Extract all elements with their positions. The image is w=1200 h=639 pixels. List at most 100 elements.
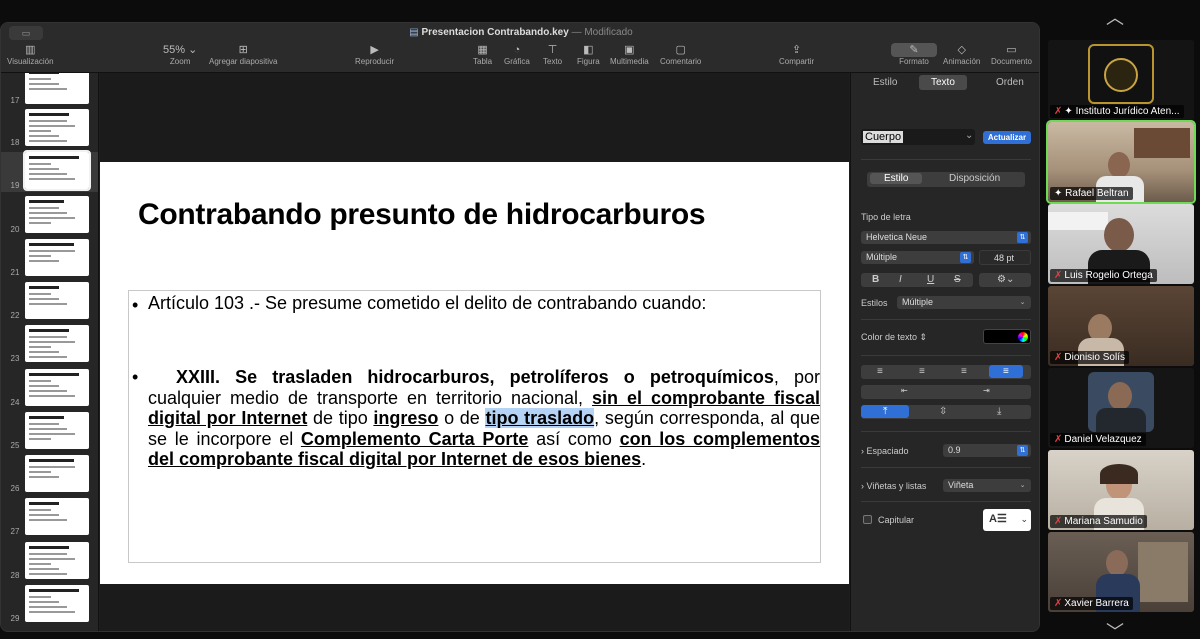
chevron-down-icon: ⌄: [1020, 514, 1028, 524]
font-size-field[interactable]: 48 pt: [979, 250, 1031, 265]
participant-name: ✗ ✦ Instituto Jurídico Aten...: [1050, 105, 1184, 118]
text-options-button[interactable]: ⚙⌄: [979, 273, 1031, 287]
slide-preview: [25, 239, 89, 276]
slide-number: 20: [10, 225, 20, 234]
media-button[interactable]: ▣ Multimedia: [610, 43, 649, 66]
participant-tile[interactable]: ✗ Dionisio Solís: [1048, 286, 1194, 366]
italic-button[interactable]: I: [899, 274, 902, 285]
text-button[interactable]: ⊤ Texto: [543, 43, 562, 66]
font-weight-select[interactable]: Múltiple ⇅: [861, 251, 974, 264]
comment-button[interactable]: ▢ Comentario: [660, 43, 701, 66]
add-slide-button[interactable]: ⊞ Agregar diapositiva: [209, 43, 277, 66]
align-middle-icon[interactable]: ⇳: [939, 406, 947, 417]
participant-panel: ︿ ✗ ✦ Instituto Jurídico Aten... ✦ Rafael…: [1046, 0, 1200, 639]
slide-preview: [25, 412, 89, 449]
slide-thumbnail[interactable]: 28: [1, 542, 98, 582]
slide-number: 28: [10, 571, 20, 580]
align-justify-icon[interactable]: ≡: [989, 365, 1023, 378]
animate-button[interactable]: ◇ Animación: [943, 43, 980, 66]
spacing-select[interactable]: 0.9 ⇅: [943, 444, 1031, 457]
slide-canvas: Contrabando presunto de hidrocarburos • …: [100, 73, 849, 631]
slide-title[interactable]: Contrabando presunto de hidrocarburos: [138, 198, 706, 232]
shape-button[interactable]: ◧ Figura: [577, 43, 600, 66]
slide-thumbnail[interactable]: 20: [1, 196, 98, 236]
slide-thumbnail[interactable]: 17: [1, 73, 98, 107]
table-button[interactable]: ▦ Tabla: [473, 43, 492, 66]
slide[interactable]: Contrabando presunto de hidrocarburos • …: [100, 162, 849, 584]
paragraph-style-selector[interactable]: Cuerpo ⌄: [861, 129, 975, 145]
slide-number: 27: [10, 527, 20, 536]
character-styles-select[interactable]: Múltiple ⌄: [897, 296, 1031, 309]
sidebar-icon: ▥: [25, 44, 36, 56]
slide-thumbnail[interactable]: 18: [1, 109, 98, 149]
chevron-down-icon: ⌄: [1019, 299, 1026, 306]
participant-tile[interactable]: ✗ Luis Rogelio Ortega: [1048, 204, 1194, 284]
participant-tile[interactable]: ✗ Mariana Samudio: [1048, 450, 1194, 530]
participant-tile[interactable]: ✗ Daniel Velazquez: [1048, 368, 1194, 448]
tab-style[interactable]: Estilo: [873, 77, 897, 88]
indent-icon[interactable]: ⇥: [983, 386, 990, 395]
slide-preview: [25, 542, 89, 579]
underline-button[interactable]: U: [927, 274, 934, 285]
align-top-icon[interactable]: ⤒: [861, 405, 910, 418]
slide-preview: [25, 196, 89, 233]
slide-thumbnail[interactable]: 19: [1, 150, 98, 192]
update-button[interactable]: Actualizar: [983, 131, 1031, 144]
dropcap-style-button[interactable]: A☰ ⌄: [983, 509, 1031, 531]
slide-preview: [25, 109, 89, 146]
slide-thumbnail[interactable]: 24: [1, 369, 98, 409]
dropcap-checkbox[interactable]: [863, 515, 872, 524]
slide-number: 18: [10, 138, 20, 147]
slide-number: 24: [10, 398, 20, 407]
share-icon: ⇪: [791, 44, 802, 56]
outdent-icon[interactable]: ⇤: [901, 386, 908, 395]
slide-preview: [25, 585, 89, 622]
share-button[interactable]: ⇪ Compartir: [779, 43, 814, 66]
bold-button[interactable]: B: [872, 274, 879, 285]
slide-thumbnail[interactable]: 21: [1, 239, 98, 279]
subtab-style[interactable]: Estilo: [870, 173, 923, 184]
slide-thumbnail[interactable]: 23: [1, 325, 98, 365]
chart-button[interactable]: ◔ Gráfica: [504, 43, 530, 66]
align-bottom-icon[interactable]: ⤓: [997, 406, 1001, 417]
play-button[interactable]: ▶ Reproducir: [355, 43, 394, 66]
strikethrough-button[interactable]: S: [954, 274, 961, 285]
scroll-up-icon[interactable]: ︿: [1106, 4, 1124, 30]
slide-preview: [23, 150, 91, 191]
text-color-well[interactable]: [983, 329, 1031, 344]
participant-tile[interactable]: ✦ Rafael Beltran: [1046, 120, 1196, 204]
slide-thumbnail[interactable]: 27: [1, 498, 98, 538]
view-button[interactable]: ▥ Visualización: [7, 43, 54, 66]
zoom-button[interactable]: 55% ⌄ Zoom: [163, 43, 197, 66]
font-family-select[interactable]: Helvetica Neue ⇅: [861, 231, 1031, 244]
subtab-layout[interactable]: Disposición: [949, 173, 1000, 184]
align-left-icon[interactable]: ≡: [877, 366, 883, 377]
slide-preview: [25, 73, 89, 104]
format-button[interactable]: ✎ Formato: [891, 43, 937, 66]
bullet-2-text[interactable]: XXIII. Se trasladen hidrocarburos, petro…: [148, 367, 820, 470]
document-button[interactable]: ▭ Documento: [991, 43, 1032, 66]
pin-icon: ✦: [1054, 188, 1063, 199]
slide-number: 29: [10, 614, 20, 623]
slide-body-textbox[interactable]: • Artículo 103 .- Se presume cometido el…: [128, 290, 821, 563]
participant-tile[interactable]: ✗ ✦ Instituto Jurídico Aten...: [1048, 40, 1194, 120]
pin-icon: ✦: [1064, 106, 1073, 117]
bullets-select[interactable]: Viñeta ⌄: [943, 479, 1031, 492]
tab-text[interactable]: Texto: [919, 75, 967, 90]
slide-number: 23: [10, 354, 20, 363]
align-center-icon[interactable]: ≡: [919, 366, 925, 377]
slide-thumbnail[interactable]: 26: [1, 455, 98, 495]
bullets-label[interactable]: › Viñetas y listas: [861, 481, 926, 491]
bullet-dot: •: [132, 367, 139, 387]
screen: ▭ ▤ Presentacion Contrabando.key — Modif…: [0, 0, 1200, 639]
slide-preview: [25, 369, 89, 406]
tab-order[interactable]: Orden: [996, 77, 1024, 88]
bullet-1-text[interactable]: Artículo 103 .- Se presume cometido el d…: [148, 293, 706, 314]
slide-thumbnail[interactable]: 25: [1, 412, 98, 452]
participant-tile[interactable]: ✗ Xavier Barrera: [1048, 532, 1194, 612]
spacing-label[interactable]: › Espaciado: [861, 446, 909, 456]
slide-thumbnail[interactable]: 22: [1, 282, 98, 322]
align-right-icon[interactable]: ≡: [961, 366, 967, 377]
slide-thumbnail[interactable]: 29: [1, 585, 98, 625]
scroll-down-icon[interactable]: ﹀: [1106, 618, 1124, 639]
